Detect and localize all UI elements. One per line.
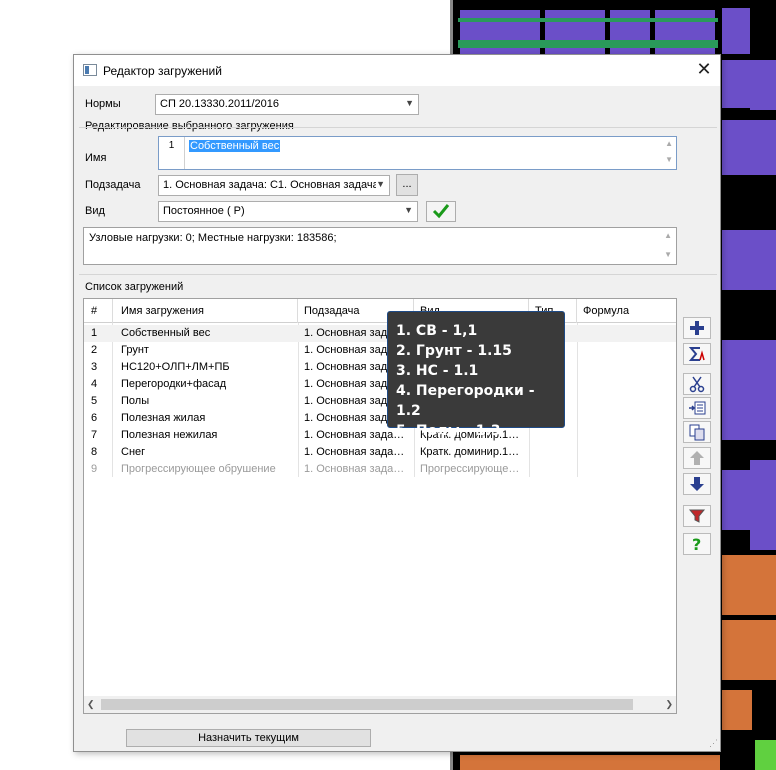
row-name: Грунт xyxy=(121,344,149,356)
loads-table: # Имя загружения Подзадача Вид Тип Форму… xyxy=(83,298,677,714)
subtask-browse-button[interactable]: ... xyxy=(396,174,418,196)
apply-button[interactable] xyxy=(426,201,456,222)
chevron-down-icon: ▼ xyxy=(376,179,385,189)
row-number: 3 xyxy=(91,361,98,373)
row-number: 2 xyxy=(91,344,98,356)
close-icon[interactable]: ✕ xyxy=(694,59,714,79)
info-panel: Узловые нагрузки: 0; Местные нагрузки: 1… xyxy=(83,227,677,265)
row-name: Снег xyxy=(121,446,146,458)
add-icon xyxy=(690,321,704,335)
sum-icon xyxy=(688,347,705,361)
table-row[interactable]: 5Полы1. Основная зада…Постоянное ( Р) xyxy=(84,393,676,410)
row-number: 8 xyxy=(91,446,98,458)
row-name: Прогрессирующее обрушение xyxy=(121,463,276,475)
col-formula[interactable]: Формула xyxy=(583,305,629,317)
dialog-title: Редактор загружений xyxy=(103,64,222,78)
name-line-number: 1 xyxy=(159,137,185,169)
arrow-down-icon xyxy=(690,477,704,491)
row-subtask: 1. Основная зада… xyxy=(304,463,405,475)
scroll-up-icon[interactable]: ▲ xyxy=(664,231,672,240)
table-row[interactable]: 6Полезная жилая1. Основная зада…Кратк. д… xyxy=(84,410,676,427)
help-icon: ? xyxy=(692,535,701,553)
tooltip-line: 3. НС - 1.1 xyxy=(396,363,479,379)
row-subtask: 1. Основная зада… xyxy=(304,446,405,458)
table-row[interactable]: 8 Снег 1. Основная зада… Кратк. доминир.1… xyxy=(84,444,676,461)
tooltip-line: 5. Полы - 1.3 xyxy=(396,423,501,439)
add-load-button[interactable] xyxy=(683,317,711,339)
col-subtask[interactable]: Подзадача xyxy=(304,305,360,317)
name-field[interactable]: 1 Собственный вес ▲ ▼ xyxy=(158,136,677,170)
filter-icon xyxy=(688,509,706,523)
subtask-select[interactable]: 1. Основная задача: С1. Основная задача ▼ xyxy=(158,175,390,196)
row-name: Перегородки+фасад xyxy=(121,378,227,390)
kind-label: Вид xyxy=(85,205,105,217)
move-up-button[interactable] xyxy=(683,447,711,469)
help-button[interactable]: ? xyxy=(683,533,711,555)
tooltip-line: 2. Грунт - 1.15 xyxy=(396,343,512,359)
row-number: 6 xyxy=(91,412,98,424)
scroll-thumb[interactable] xyxy=(101,699,633,710)
move-down-button[interactable] xyxy=(683,473,711,495)
cut-button[interactable] xyxy=(683,373,711,395)
table-row[interactable]: 2Грунт1. Основная зада…Постоянное ( Р) xyxy=(84,342,676,359)
norms-label: Нормы xyxy=(85,98,121,110)
table-row[interactable]: 9 Прогрессирующее обрушение 1. Основная за… xyxy=(84,461,676,478)
arrow-up-icon xyxy=(690,451,704,465)
row-name: Собственный вес xyxy=(121,327,211,339)
copy-button[interactable] xyxy=(683,421,711,443)
assign-current-button[interactable]: Назначить текущим xyxy=(126,729,371,747)
title-bar: Редактор загружений ✕ xyxy=(74,55,720,86)
table-row[interactable]: 4Перегородки+фасад1. Основная зада…Посто… xyxy=(84,376,676,393)
sum-load-button[interactable] xyxy=(683,343,711,365)
chevron-down-icon: ▼ xyxy=(404,205,413,215)
info-text: Узловые нагрузки: 0; Местные нагрузки: 1… xyxy=(89,232,337,244)
row-number: 1 xyxy=(91,327,98,339)
name-label: Имя xyxy=(85,152,107,164)
name-value: Собственный вес xyxy=(189,140,281,152)
row-kind: Кратк. доминир.1… xyxy=(420,446,520,458)
table-header: # Имя загружения Подзадача Вид Тип Форму… xyxy=(84,299,676,323)
filter-button[interactable] xyxy=(683,505,711,527)
row-kind: Прогрессирующе… xyxy=(420,463,520,475)
scroll-down-icon[interactable]: ▼ xyxy=(664,250,672,259)
kind-select[interactable]: Постоянное ( Р) ▼ xyxy=(158,201,418,222)
insert-button[interactable] xyxy=(683,397,711,419)
subtask-label: Подзадача xyxy=(85,179,141,191)
resize-grip-icon[interactable]: ⋰ xyxy=(709,738,718,749)
col-name[interactable]: Имя загружения xyxy=(121,305,204,317)
row-number: 5 xyxy=(91,395,98,407)
checkmark-icon xyxy=(432,204,450,219)
row-name: Полы xyxy=(121,395,150,407)
row-number: 9 xyxy=(91,463,98,475)
scroll-left-icon[interactable]: ❮ xyxy=(87,699,95,710)
svg-text:?: ? xyxy=(692,535,701,553)
cut-icon xyxy=(689,376,705,393)
row-number: 4 xyxy=(91,378,98,390)
row-number: 7 xyxy=(91,429,98,441)
app-icon xyxy=(83,64,97,76)
insert-icon xyxy=(689,401,706,415)
row-subtask: 1. Основная зада… xyxy=(304,429,405,441)
scroll-down-icon[interactable]: ▼ xyxy=(665,155,673,164)
table-row[interactable]: 3НС120+ОЛП+ЛМ+ПБ1. Основная зада…Постоян… xyxy=(84,359,676,376)
chevron-down-icon: ▼ xyxy=(405,98,414,108)
table-row[interactable]: 7 Полезная нежилая 1. Основная зада… Кратк.… xyxy=(84,427,676,444)
scroll-right-icon[interactable]: ❯ xyxy=(665,699,673,710)
row-name: Полезная жилая xyxy=(121,412,206,424)
row-name: Полезная нежилая xyxy=(121,429,218,441)
horizontal-scrollbar[interactable]: ❮ ❯ xyxy=(84,696,676,713)
formula-tooltip: 1. СВ - 1,1 2. Грунт - 1.15 3. НС - 1.1 … xyxy=(387,311,565,439)
copy-icon xyxy=(689,424,705,441)
table-row[interactable]: 1Собственный вес1. Основная зада…Постоян… xyxy=(84,325,676,342)
norms-select[interactable]: СП 20.13330.2011/2016 ▼ xyxy=(155,94,419,115)
col-number[interactable]: # xyxy=(91,305,97,317)
row-name: НС120+ОЛП+ЛМ+ПБ xyxy=(121,361,230,373)
tooltip-line: 1. СВ - 1,1 xyxy=(396,323,478,339)
scroll-up-icon[interactable]: ▲ xyxy=(665,139,673,148)
tooltip-line: 4. Перегородки - 1.2 xyxy=(396,383,535,419)
